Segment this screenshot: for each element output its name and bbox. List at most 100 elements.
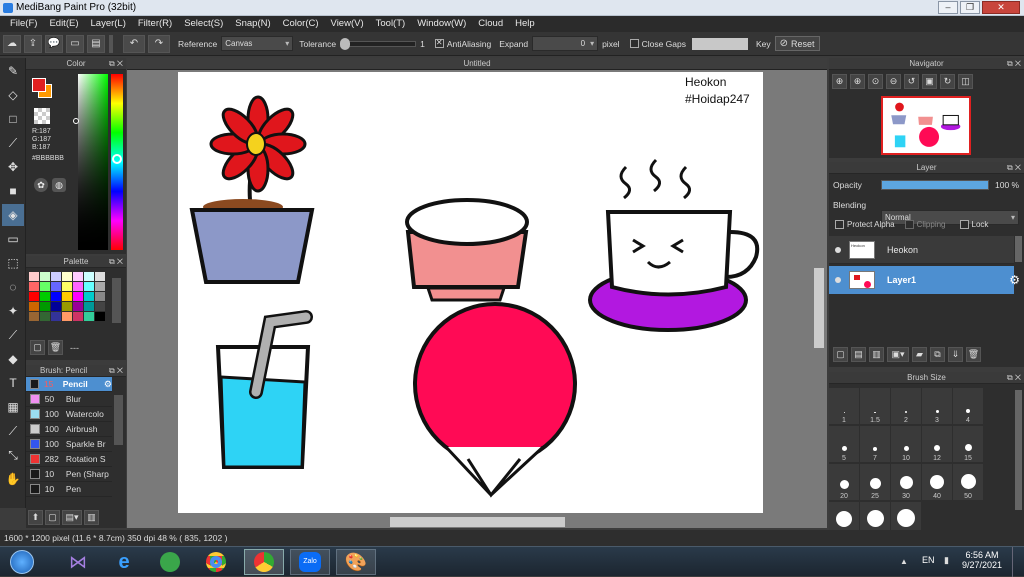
brush-size-option[interactable]: 1.5 (860, 388, 890, 424)
palette-swatch[interactable] (84, 272, 94, 281)
brush-size-option[interactable]: 7 (860, 426, 890, 462)
move-tool-icon[interactable]: ✥ (2, 156, 24, 178)
close-gaps-slider[interactable] (691, 37, 748, 50)
palette-delete-icon[interactable]: 🗑 (48, 340, 63, 355)
color-picker-cursor[interactable] (73, 118, 79, 124)
zoom-fit-icon[interactable]: ⊕ (850, 74, 865, 89)
brush-settings-gear-icon[interactable]: ⚙ (104, 379, 112, 390)
brush-size-option[interactable]: 5 (829, 426, 859, 462)
new-layer-8bit-icon[interactable]: ▥ (869, 347, 884, 362)
palette-swatch[interactable] (51, 282, 61, 291)
brush-size-option[interactable]: 3 (922, 388, 952, 424)
brush-size-option[interactable]: 40 (922, 464, 952, 500)
palette-swatch[interactable] (95, 292, 105, 301)
palette-swatch[interactable] (95, 312, 105, 321)
new-layer-icon[interactable]: ▢ (833, 347, 848, 362)
palette-swatch[interactable] (40, 302, 50, 311)
palette-swatch[interactable] (95, 302, 105, 311)
panel-close-icon[interactable]: ⧉ ✕ (1007, 162, 1021, 174)
palette-swatch[interactable] (73, 272, 83, 281)
menu-cloud[interactable]: Cloud (472, 16, 509, 32)
brush-list-item[interactable]: 10 Pen (Sharp (26, 467, 112, 482)
lasso-tool-icon[interactable]: ◌ (2, 276, 24, 298)
menu-help[interactable]: Help (509, 16, 541, 32)
divide-tool-icon[interactable]: ▦ (2, 396, 24, 418)
palette-swatch[interactable] (73, 292, 83, 301)
fill-rect-tool-icon[interactable]: ■ (2, 180, 24, 202)
brush-size-option[interactable]: 12 (922, 426, 952, 462)
rotate-left-icon[interactable]: ↺ (904, 74, 919, 89)
toolbar-grip[interactable] (109, 34, 113, 53)
taskbar-zalo[interactable]: Zalo (290, 549, 330, 575)
panel-close-icon[interactable]: ⧉ ✕ (109, 58, 123, 70)
zoom-in-icon[interactable]: ⊕ (832, 74, 847, 89)
rotate-right-icon[interactable]: ↻ (940, 74, 955, 89)
palette-swatch[interactable] (51, 312, 61, 321)
palette-swatch[interactable] (29, 282, 39, 291)
palette-swatch[interactable] (95, 272, 105, 281)
select-pen-tool-icon[interactable]: ⟋ (2, 324, 24, 346)
palette-swatch[interactable] (51, 272, 61, 281)
palette-swatch[interactable] (73, 312, 83, 321)
chat-icon[interactable]: 💬 (45, 34, 63, 53)
close-button[interactable]: ✕ (982, 1, 1020, 14)
palette-swatch[interactable] (40, 292, 50, 301)
hand-tool-icon[interactable]: ✋ (2, 468, 24, 490)
brush-list-item[interactable]: 100 Sparkle Br (26, 437, 112, 452)
tray-show-hidden-icon[interactable]: ▲ (900, 557, 908, 566)
clipping-checkbox[interactable] (904, 220, 914, 229)
palette-swatch[interactable] (29, 302, 39, 311)
brush-size-scrollbar[interactable] (1015, 390, 1022, 510)
brush-tool-icon[interactable]: ✎ (2, 60, 24, 82)
folder-icon[interactable]: ▰ (912, 347, 927, 362)
brush-menu-icon[interactable]: ▤▾ (62, 510, 82, 525)
start-button[interactable] (2, 549, 42, 575)
taskbar-medibang[interactable]: 🎨 (336, 549, 376, 575)
document-icon[interactable]: ▤ (87, 34, 105, 53)
palette-swatch[interactable] (29, 272, 39, 281)
palette-swatch[interactable] (51, 292, 61, 301)
panel-close-icon[interactable]: ⧉ ✕ (109, 256, 123, 268)
redo-button[interactable]: ↷ (148, 34, 170, 53)
brush-new-icon[interactable]: ▢ (45, 510, 60, 525)
expand-input[interactable]: 0 (532, 36, 599, 51)
menu-filter[interactable]: Filter(R) (132, 16, 178, 32)
palette-swatch[interactable] (62, 272, 72, 281)
canvas-tab[interactable]: Untitled (127, 58, 827, 70)
navigator-preview[interactable] (881, 96, 971, 155)
layer-settings-gear-icon[interactable]: ⚙ (1009, 273, 1020, 287)
layer-visibility-icon[interactable] (835, 277, 841, 283)
palette-swatch[interactable] (84, 312, 94, 321)
tolerance-slider-handle[interactable] (340, 37, 351, 50)
menu-snap[interactable]: Snap(N) (229, 16, 276, 32)
palette-add-icon[interactable]: ▢ (30, 340, 45, 355)
brush-settings-icon[interactable]: ▥ (84, 510, 99, 525)
layer-row-heokon[interactable]: Heokon Heokon (829, 236, 1014, 264)
zoom-actual-icon[interactable]: ⊙ (868, 74, 883, 89)
share-icon[interactable]: ⇪ (24, 34, 42, 53)
cloud-icon[interactable]: ☁ (3, 34, 21, 53)
tray-clock[interactable]: 6:56 AM 9/27/2021 (960, 550, 1004, 570)
text-tool-icon[interactable]: T (2, 372, 24, 394)
palette-swatch[interactable] (51, 302, 61, 311)
protect-alpha-checkbox[interactable] (835, 220, 844, 229)
brush-list-item[interactable]: 50 Blur (26, 392, 112, 407)
palette-swatch[interactable] (40, 272, 50, 281)
palette-swatch[interactable] (95, 282, 105, 291)
antialiasing-checkbox[interactable] (434, 38, 444, 48)
merge-layer-icon[interactable]: ⇓ (948, 347, 963, 362)
duplicate-layer-icon[interactable]: ⧉ (930, 347, 945, 362)
panel-close-icon[interactable]: ⧉ ✕ (1007, 372, 1021, 384)
new-layer-menu-icon[interactable]: ▣▾ (887, 347, 909, 362)
brush-size-option[interactable]: 25 (860, 464, 890, 500)
layer-row-layer1[interactable]: Layer1 ⚙ (829, 266, 1020, 294)
taskbar-chrome[interactable] (196, 549, 236, 575)
magic-wand-tool-icon[interactable]: ✦ (2, 300, 24, 322)
comment-icon[interactable]: ▭ (66, 34, 84, 53)
close-gaps-checkbox[interactable] (629, 39, 639, 48)
minimize-button[interactable]: – (938, 1, 958, 14)
tray-language[interactable]: EN (922, 555, 935, 565)
brush-size-option[interactable]: 2 (891, 388, 921, 424)
flip-icon[interactable]: ◫ (958, 74, 973, 89)
color-wheel-icon[interactable]: ✿ (34, 178, 48, 192)
